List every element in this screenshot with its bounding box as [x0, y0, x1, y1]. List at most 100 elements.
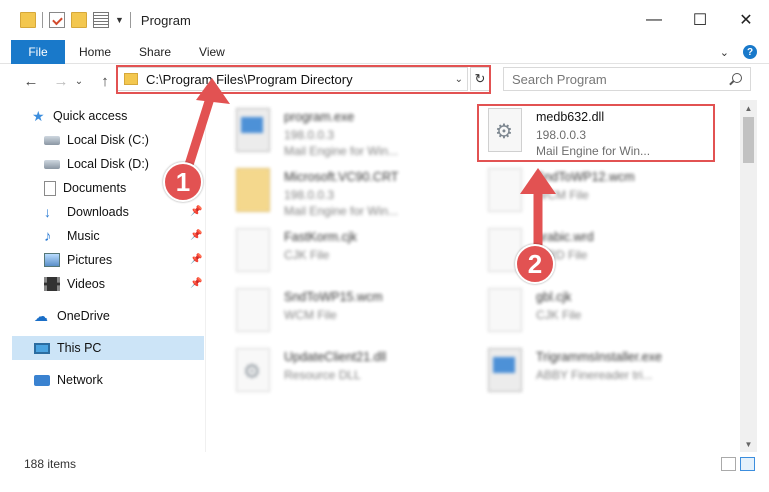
file-name: SndToWP15.wcm [284, 290, 383, 304]
file-name: FastKorm.cjk [284, 230, 357, 244]
file-name: Microsoft.VC90.CRT [284, 170, 399, 184]
close-button[interactable]: ✕ [723, 0, 769, 40]
search-input[interactable]: Search Program [503, 67, 751, 91]
folder-icon [124, 73, 138, 85]
list-item[interactable]: TrigrammsInstaller.exe ABBY Finereader tr… [474, 344, 724, 400]
sidebar-item-local-disk-c[interactable]: Local Disk (C:) [44, 128, 202, 152]
sidebar-item-onedrive[interactable]: ☁ OneDrive [34, 304, 202, 328]
download-icon: ↓ [44, 204, 51, 220]
list-item[interactable]: gbl.cjk CJK File [474, 284, 724, 340]
properties-check-icon[interactable] [49, 12, 65, 28]
pin-icon[interactable]: 📌 [190, 206, 202, 217]
folder-icon[interactable] [20, 12, 36, 28]
expand-ribbon-chevron-icon[interactable]: ⌄ [720, 46, 729, 59]
forward-button[interactable]: → [50, 70, 72, 92]
list-item[interactable]: Microsoft.VC90.CRT 198.0.0.3 Mail Engine f… [222, 164, 472, 220]
window-title: Program [140, 12, 191, 28]
file-meta: Mail Engine for Win... [284, 144, 399, 158]
sidebar-item-label: This PC [57, 341, 102, 355]
status-bar: 188 items [0, 452, 769, 476]
navigation-pane: ★ Quick access Local Disk (C:) Local Dis… [0, 100, 206, 452]
refresh-button[interactable]: ↻ [470, 67, 490, 91]
file-name: medb632.dll [536, 110, 605, 124]
list-item[interactable]: program.exe 198.0.0.3 Mail Engine for Win.… [222, 104, 472, 160]
address-dropdown-chevron-icon[interactable]: ⌄ [455, 74, 463, 85]
disk-icon [44, 159, 60, 169]
step-marker-2: 2 [515, 244, 555, 284]
quick-access-toolbar: ▼ [20, 12, 131, 28]
details-view-icon[interactable] [721, 457, 736, 471]
sidebar-item-quick-access[interactable]: ★ Quick access [32, 104, 202, 128]
sidebar-item-label: Pictures [67, 253, 113, 267]
sidebar-item-downloads[interactable]: ↓ Downloads [44, 200, 202, 224]
navigation-bar: ← → ⌄ ↑ C:\Program Files\Program Directo… [0, 64, 769, 98]
sidebar-item-pictures[interactable]: Pictures [44, 248, 202, 272]
sidebar-item-label: Local Disk (D:) [67, 157, 149, 171]
sidebar-item-this-pc[interactable]: This PC [12, 336, 204, 360]
customize-toolbar-chevron-icon[interactable]: ▼ [115, 15, 124, 25]
view-properties-icon[interactable] [93, 12, 109, 28]
title-bar: ▼ Program — ☐ ✕ [0, 0, 769, 40]
file-meta: CJK File [536, 308, 582, 322]
scroll-down-arrow-icon[interactable]: ▼ [740, 436, 757, 452]
sidebar-item-music[interactable]: ♪ Music [44, 224, 202, 248]
pin-icon[interactable]: 📌 [190, 278, 202, 289]
file-name: TrigrammsInstaller.exe [536, 350, 662, 364]
scrollbar-thumb[interactable] [743, 117, 754, 163]
list-item[interactable]: FastKorm.cjk CJK File [222, 224, 472, 280]
ribbon-tabs: File Home Share View ⌄ ? [0, 39, 769, 64]
disk-icon [44, 135, 60, 145]
file-meta: ABBY Finereader tri... [536, 368, 653, 382]
file-meta: WCM File [284, 308, 337, 322]
list-item-medb632-dll[interactable]: medb632.dll 198.0.0.3 Mail Engine for Win.… [474, 104, 724, 160]
new-folder-icon[interactable] [71, 12, 87, 28]
pc-icon [34, 342, 50, 354]
file-name: UpdateClient21.dll [284, 350, 387, 364]
large-icons-view-icon[interactable] [740, 457, 755, 471]
sidebar-item-label: Network [57, 373, 103, 387]
document-icon [44, 180, 56, 196]
search-placeholder: Search Program [512, 71, 607, 87]
list-item[interactable]: UpdateClient21.dll Resource DLL [222, 344, 472, 400]
back-button[interactable]: ← [20, 70, 42, 92]
folder-icon [236, 168, 270, 212]
videos-icon [44, 277, 60, 291]
ribbon-right-controls: ⌄ ? [720, 40, 757, 64]
help-icon[interactable]: ? [743, 45, 757, 59]
file-meta: WCM File [536, 188, 589, 202]
recent-locations-chevron-icon[interactable]: ⌄ [72, 70, 86, 92]
address-bar[interactable]: C:\Program Files\Program Directory ⌄ [117, 67, 468, 91]
minimize-button[interactable]: — [631, 0, 677, 40]
search-icon[interactable] [732, 73, 742, 83]
application-icon [236, 108, 270, 152]
list-item[interactable]: arabic.wrd WRD File [474, 224, 724, 280]
tab-home[interactable]: Home [65, 40, 125, 64]
address-path[interactable]: C:\Program Files\Program Directory [146, 72, 353, 87]
sidebar-item-network[interactable]: Network [34, 368, 202, 392]
star-icon: ★ [32, 107, 45, 124]
vertical-scrollbar[interactable]: ▲ ▼ [740, 100, 757, 452]
item-count: 188 items [24, 457, 77, 471]
file-list: program.exe 198.0.0.3 Mail Engine for Win.… [212, 100, 740, 452]
window-controls: — ☐ ✕ [631, 0, 769, 40]
application-icon [488, 348, 522, 392]
pin-icon[interactable]: 📌 [190, 254, 202, 265]
sidebar-item-label: Quick access [53, 109, 128, 123]
list-item[interactable]: SndToWP15.wcm WCM File [222, 284, 472, 340]
maximize-button[interactable]: ☐ [677, 0, 723, 40]
pin-icon[interactable]: 📌 [190, 230, 202, 241]
tab-share[interactable]: Share [125, 40, 185, 64]
up-button[interactable]: ↑ [94, 70, 116, 92]
tab-view[interactable]: View [185, 40, 239, 64]
sidebar-item-videos[interactable]: Videos [44, 272, 202, 296]
scroll-up-arrow-icon[interactable]: ▲ [740, 100, 757, 116]
sidebar-item-label: Downloads [67, 205, 129, 219]
sidebar-item-label: Music [67, 229, 100, 243]
tab-file[interactable]: File [11, 39, 65, 64]
file-icon [488, 288, 522, 332]
file-meta: CJK File [284, 248, 330, 262]
file-meta: 198.0.0.3 [284, 188, 335, 202]
file-name: gbl.cjk [536, 290, 572, 304]
list-item[interactable]: SndToWP12.wcm WCM File [474, 164, 724, 220]
music-icon: ♪ [44, 227, 52, 245]
